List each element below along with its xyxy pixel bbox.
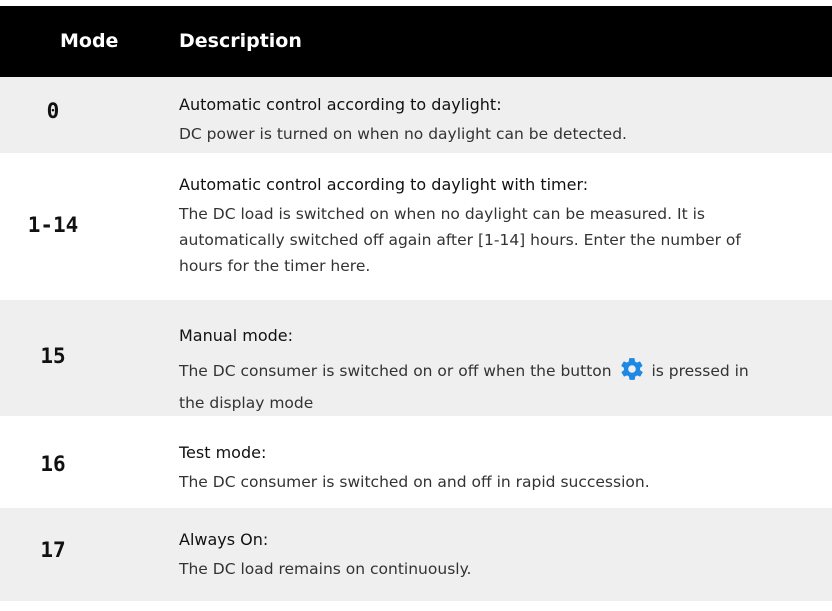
modes-table: Mode Description 0 Automatic control acc… [0, 6, 832, 601]
gear-icon [619, 356, 645, 390]
description-title: Always On: [179, 530, 269, 549]
table-header: Mode Description [0, 6, 832, 77]
description-title: Test mode: [179, 443, 267, 462]
mode-value: 15 [40, 344, 66, 368]
description-body: The DC consumer is switched on or off wh… [179, 356, 779, 416]
mode-description: Automatic control according to daylight:… [179, 95, 779, 147]
table-row: 16 Test mode: The DC consumer is switche… [0, 418, 832, 508]
mode-description: Automatic control according to daylight … [179, 175, 779, 279]
mode-value: 1-14 [27, 213, 79, 237]
description-body: The DC load remains on continuously. [179, 560, 472, 578]
description-body: The DC consumer is switched on and off i… [179, 473, 650, 491]
mode-value: 17 [40, 538, 66, 562]
description-title: Manual mode: [179, 326, 293, 345]
mode-description: Manual mode: The DC consumer is switched… [179, 326, 779, 416]
table-row: 1-14 Automatic control according to dayl… [0, 155, 832, 300]
table-row: 0 Automatic control according to dayligh… [0, 77, 832, 155]
description-body: The DC load is switched on when no dayli… [179, 205, 741, 275]
description-body: DC power is turned on when no daylight c… [179, 125, 627, 143]
header-mode: Mode [60, 30, 119, 52]
header-description: Description [179, 30, 302, 52]
mode-value: 0 [46, 99, 60, 123]
description-title: Automatic control according to daylight: [179, 95, 502, 114]
description-title: Automatic control according to daylight … [179, 175, 589, 194]
mode-value: 16 [40, 452, 66, 476]
mode-description: Test mode: The DC consumer is switched o… [179, 443, 779, 495]
mode-description: Always On: The DC load remains on contin… [179, 530, 779, 582]
description-body-before: The DC consumer is switched on or off wh… [179, 362, 612, 380]
table-row: 15 Manual mode: The DC consumer is switc… [0, 300, 832, 418]
table-row: 17 Always On: The DC load remains on con… [0, 508, 832, 601]
